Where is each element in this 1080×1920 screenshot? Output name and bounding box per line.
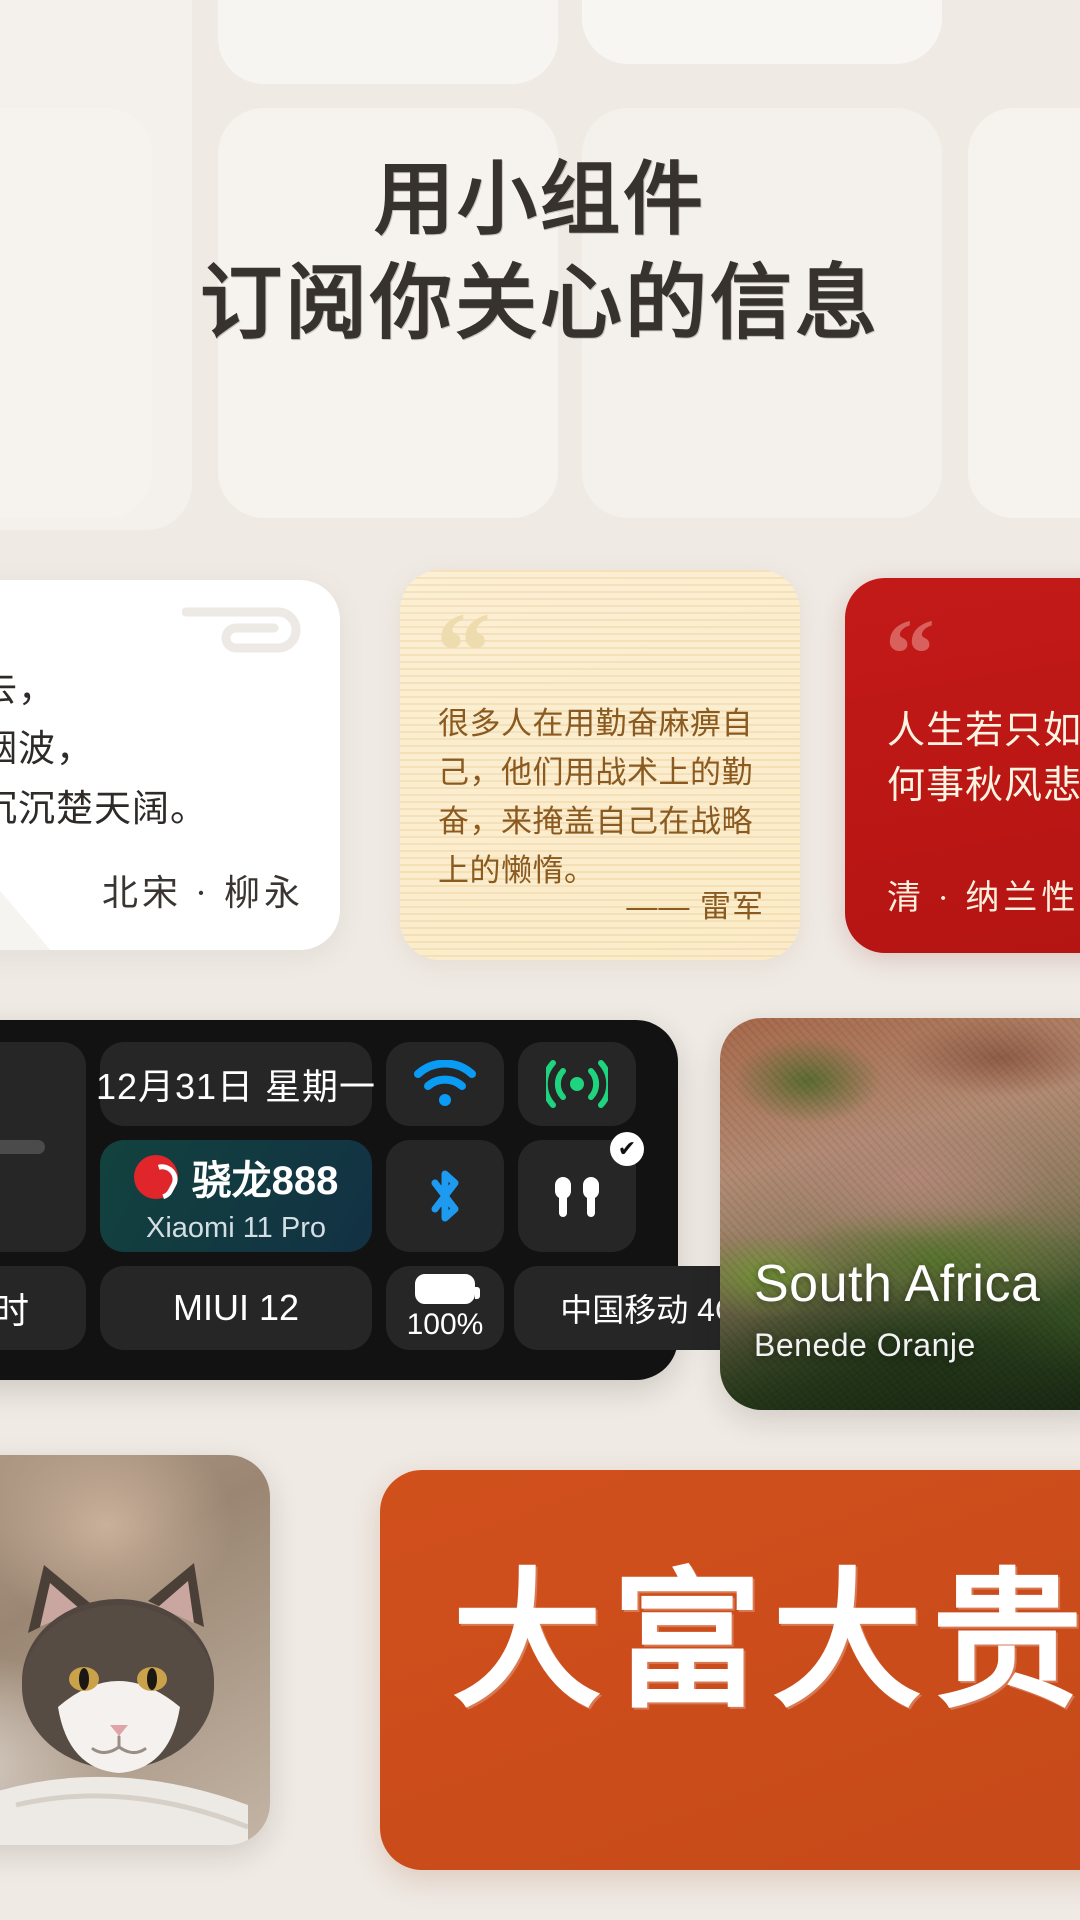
red-quote-body: 人生若只如初见， 何事秋风悲画扇。 — [887, 704, 1080, 814]
hours-tile[interactable]: 小时 — [0, 1266, 86, 1350]
cat-photo — [0, 1563, 248, 1845]
quote-card-row: 念去去， 千里烟波， 暮霭沉沉楚天阔。 北宋 · 柳永 “ 很多人在用勤奋麻痹自… — [0, 560, 1080, 960]
poem-line-1: 念去去， — [0, 669, 56, 710]
red-line-1: 人生若只如初见， — [887, 710, 1080, 752]
cellular-tile[interactable] — [518, 1042, 636, 1126]
battery-tile[interactable]: 100% — [386, 1266, 504, 1350]
bluetooth-tile[interactable] — [386, 1140, 504, 1252]
soc-name: 骁龙888 — [191, 1158, 339, 1203]
hero-section: 用小组件 订阅你关心的信息 — [0, 0, 1080, 540]
clock-tile[interactable] — [0, 1042, 86, 1252]
cream-quote-author: —— 雷军 — [626, 889, 764, 924]
red-quote-card[interactable]: “ 人生若只如初见， 何事秋风悲画扇。 清 · 纳兰性德 — [845, 578, 1080, 953]
wifi-icon — [414, 1060, 476, 1106]
poem-quote-card[interactable]: 念去去， 千里烟波， 暮霭沉沉楚天阔。 北宋 · 柳永 — [0, 580, 340, 950]
cloud-swirl-icon — [182, 607, 301, 653]
cellular-signal-icon — [546, 1060, 608, 1108]
map-title: South Africa — [754, 1255, 1041, 1313]
quote-mark-icon: “ — [436, 590, 491, 712]
map-widget[interactable]: South Africa Benede Oranje — [720, 1018, 1080, 1410]
soc-tile[interactable]: 骁龙888 Xiaomi 11 Pro — [100, 1140, 372, 1252]
date-tile[interactable]: 12月31日 星期一 — [96, 1042, 375, 1126]
airpods-icon — [555, 1177, 599, 1217]
photo-widget[interactable] — [0, 1455, 270, 1845]
screen: 用小组件 订阅你关心的信息 念去去， 千里烟波， 暮霭沉沉楚天阔。 北宋 · 柳… — [0, 0, 1080, 1920]
hero-line-1: 用小组件 — [374, 157, 706, 245]
cream-quote-body: 很多人在用勤奋麻痹自己，他们用战术上的勤奋，来掩盖自己在战略上的懒惰。 — [438, 706, 753, 888]
page-title: 用小组件 订阅你关心的信息 — [0, 150, 1080, 357]
device-info-widget[interactable]: 12月31日 星期一 骁龙888 Xiaomi 11 Pro ✔ 时 MIUI … — [0, 1020, 786, 1380]
device-model: Xiaomi 11 Pro — [146, 1211, 326, 1244]
red-quote-author: 清 · 纳兰性德 — [887, 880, 1080, 917]
battery-percent: 100% — [406, 1308, 484, 1341]
quote-mark-icon: “ — [885, 598, 935, 709]
lucky-phrase-text: 大富大贵 — [452, 1560, 1080, 1726]
ghost-card-b — [218, 0, 558, 84]
hero-line-2: 订阅你关心的信息 — [199, 258, 880, 350]
cream-quote-card[interactable]: “ 很多人在用勤奋麻痹自己，他们用战术上的勤奋，来掩盖自己在战略上的懒惰。 ——… — [400, 570, 800, 960]
red-line-2: 何事秋风悲画扇。 — [887, 765, 1080, 808]
lucky-phrase-widget[interactable]: 大富大贵 — [380, 1470, 1080, 1870]
battery-icon — [415, 1274, 480, 1304]
check-badge-icon: ✔ — [610, 1132, 644, 1166]
snapdragon-logo-icon — [133, 1154, 178, 1199]
map-subtitle: Benede Oranje — [754, 1327, 976, 1363]
bluetooth-icon — [431, 1170, 459, 1222]
poem-body: 念去去， 千里烟波， 暮霭沉沉楚天阔。 — [0, 660, 314, 840]
wifi-tile[interactable] — [386, 1042, 504, 1126]
slider-track[interactable] — [0, 1140, 45, 1154]
poem-line-3: 暮霭沉沉楚天阔。 — [0, 788, 208, 830]
soc-name-row: 骁龙888 — [133, 1148, 339, 1206]
airpods-tile[interactable]: ✔ — [518, 1132, 644, 1252]
ghost-card-c — [582, 0, 942, 64]
poem-line-2: 千里烟波， — [0, 728, 94, 770]
poem-author: 北宋 · 柳永 — [102, 873, 304, 913]
miui-version-tile[interactable]: MIUI 12 — [100, 1266, 372, 1350]
